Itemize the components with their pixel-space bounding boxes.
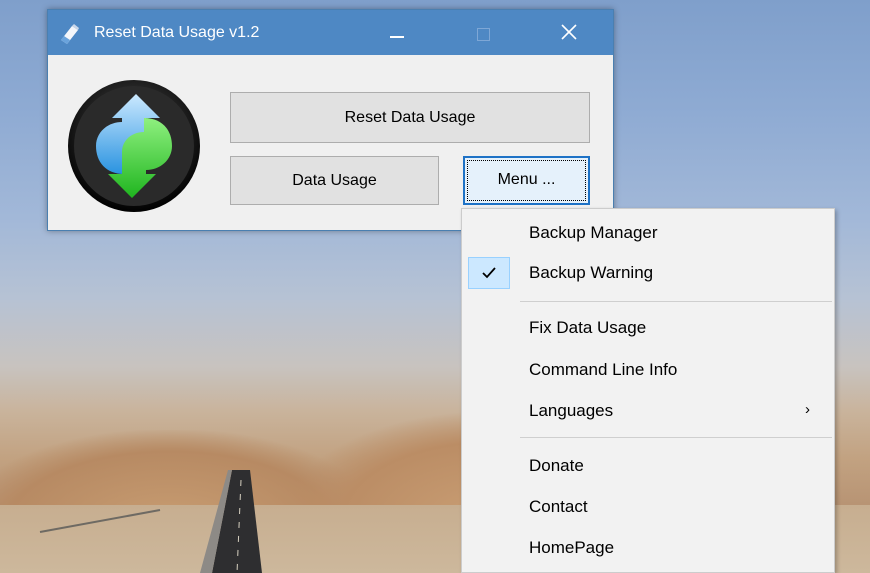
menu-item-label: Command Line Info xyxy=(529,360,678,379)
title-bar[interactable]: Reset Data Usage v1.2 xyxy=(48,10,613,55)
menu-item-fix-data-usage[interactable]: Fix Data Usage xyxy=(462,309,834,347)
menu-item-homepage[interactable]: HomePage xyxy=(462,529,834,567)
menu-item-label: HomePage xyxy=(529,538,615,557)
data-usage-button[interactable]: Data Usage xyxy=(230,156,439,205)
window-title: Reset Data Usage v1.2 xyxy=(94,24,260,41)
maximize-button[interactable] xyxy=(455,10,513,55)
menu-item-label: Backup Warning xyxy=(529,263,654,282)
menu-button[interactable]: Menu ... xyxy=(463,156,590,205)
minimize-button[interactable] xyxy=(368,10,426,55)
menu-item-label: Fix Data Usage xyxy=(529,318,647,337)
menu-separator xyxy=(520,437,832,438)
menu-item-label: Languages xyxy=(529,401,614,420)
main-window: Reset Data Usage v1.2 Reset Data Usage D… xyxy=(47,9,614,231)
focus-rectangle xyxy=(467,160,586,201)
close-button[interactable] xyxy=(540,10,598,55)
reset-arrows-logo xyxy=(68,80,200,212)
menu-item-label: Donate xyxy=(529,456,584,475)
menu-separator xyxy=(520,301,832,302)
close-icon xyxy=(561,24,577,40)
menu-item-donate[interactable]: Donate xyxy=(462,447,834,485)
check-highlight xyxy=(468,257,510,289)
menu-item-backup-warning[interactable]: Backup Warning xyxy=(462,254,834,292)
menu-item-command-line-info[interactable]: Command Line Info xyxy=(462,351,834,389)
menu-item-label: Backup Manager xyxy=(529,223,658,242)
checkmark-icon xyxy=(482,267,496,279)
menu-item-contact[interactable]: Contact xyxy=(462,488,834,526)
chevron-right-icon: › xyxy=(805,401,810,418)
menu-item-backup-manager[interactable]: Backup Manager xyxy=(462,214,834,252)
eraser-icon xyxy=(61,24,79,44)
menu-item-languages[interactable]: Languages › xyxy=(462,392,834,430)
dropdown-menu: Backup Manager Backup Warning Fix Data U… xyxy=(461,208,835,573)
menu-item-label: Contact xyxy=(529,497,588,516)
reset-data-usage-button[interactable]: Reset Data Usage xyxy=(230,92,590,143)
